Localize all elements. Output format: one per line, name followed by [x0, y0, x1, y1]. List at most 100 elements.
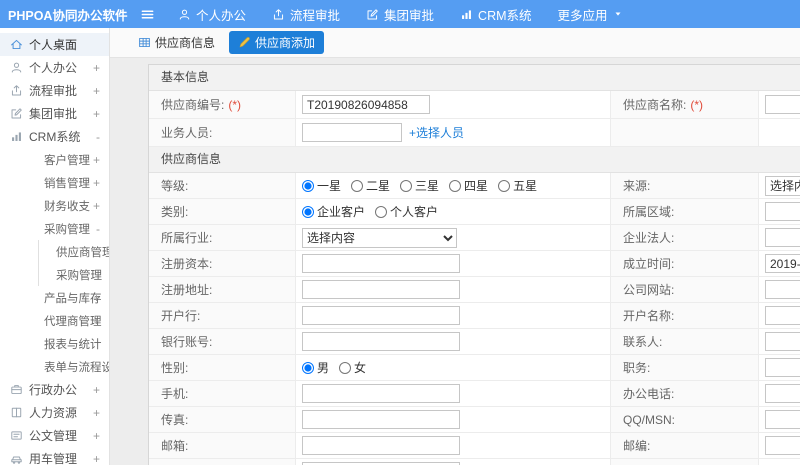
- grade-option-2[interactable]: 三星: [400, 177, 439, 194]
- expand-toggle[interactable]: -: [96, 222, 100, 236]
- field-label: 性别:: [161, 361, 189, 375]
- table-icon: [138, 36, 151, 49]
- category-option-1[interactable]: 个人客户: [375, 203, 438, 220]
- industry-select[interactable]: 选择内容: [302, 227, 457, 248]
- mobile-input[interactable]: [302, 384, 460, 403]
- grade-radio-2[interactable]: [400, 179, 413, 192]
- nav-crm-system[interactable]: CRM系统: [447, 0, 544, 28]
- sidebar-item-supplier-mgmt[interactable]: 供应商管理: [39, 240, 109, 263]
- grade-option-4[interactable]: 五星: [498, 177, 537, 194]
- form-row: 注册资本: 成立时间:: [149, 251, 800, 277]
- field-label: 所属行业:: [161, 231, 213, 245]
- sidebar-item-label: 集团审批: [29, 107, 78, 121]
- expand-toggle[interactable]: +: [93, 84, 100, 98]
- sidebar-item-vehicle-mgmt[interactable]: 用车管理 +: [0, 447, 109, 465]
- field-label: 办公电话:: [623, 387, 675, 401]
- expand-toggle[interactable]: +: [93, 406, 100, 420]
- qq-msn-label: QQ/MSN:: [611, 407, 759, 433]
- sidebar-item-product-inventory[interactable]: 产品与库存 +: [0, 286, 109, 309]
- radio-label: 五星: [513, 179, 538, 193]
- legal-person-input[interactable]: [765, 228, 800, 247]
- email-input[interactable]: [302, 436, 460, 455]
- gender-option-1[interactable]: 女: [339, 359, 366, 376]
- expand-toggle[interactable]: +: [93, 61, 100, 75]
- nav-group-approval[interactable]: 集团审批: [353, 0, 447, 28]
- sidebar-item-customer-mgmt[interactable]: 客户管理 +: [0, 148, 109, 171]
- sidebar-item-personal-office[interactable]: 个人办公 +: [0, 56, 109, 79]
- expand-toggle[interactable]: +: [93, 291, 100, 305]
- nav-workflow-approval[interactable]: 流程审批: [259, 0, 353, 28]
- expand-toggle[interactable]: +: [93, 176, 100, 190]
- sidebar-item-finance-mgmt[interactable]: 财务收支 +: [0, 194, 109, 217]
- header-nav: 个人办公 流程审批 集团审批 CRM系统 更多应用: [165, 0, 636, 28]
- grade-radio-0[interactable]: [302, 179, 314, 192]
- grade-option-0[interactable]: 一星: [302, 177, 341, 194]
- category-radio-0[interactable]: [302, 205, 314, 218]
- bank-account-input[interactable]: [302, 332, 460, 351]
- grade-radio-4[interactable]: [498, 179, 511, 192]
- sidebar-item-personal-desktop[interactable]: 个人桌面: [0, 33, 109, 56]
- sidebar-item-human-resources[interactable]: 人力资源 +: [0, 401, 109, 424]
- sidebar-item-form-workflow-settings[interactable]: 表单与流程设置+: [0, 355, 109, 378]
- expand-toggle[interactable]: +: [93, 153, 100, 167]
- expand-toggle[interactable]: +: [93, 314, 100, 328]
- menu-toggle[interactable]: [140, 7, 155, 22]
- sidebar-item-group-approval[interactable]: 集团审批 +: [0, 102, 109, 125]
- select-person-link[interactable]: +选择人员: [409, 124, 464, 141]
- sidebar-item-procurement-mgmt[interactable]: 采购管理 -: [0, 217, 109, 240]
- sidebar-item-crm-system[interactable]: CRM系统 -: [0, 125, 109, 148]
- registered-address-input[interactable]: [302, 280, 460, 299]
- expand-toggle[interactable]: +: [93, 429, 100, 443]
- founding-date-input[interactable]: [765, 254, 800, 273]
- source-select[interactable]: 选择内容: [765, 175, 800, 196]
- tab-supplier-add[interactable]: 供应商添加: [229, 31, 325, 54]
- tab-supplier-info[interactable]: 供应商信息: [132, 31, 221, 54]
- nav-personal-office[interactable]: 个人办公: [165, 0, 259, 28]
- grade-radio-1[interactable]: [351, 179, 364, 192]
- sidebar-item-reports-statistics[interactable]: 报表与统计: [0, 332, 109, 355]
- form-row: 地址:: [149, 459, 800, 465]
- bank-branch-input[interactable]: [302, 306, 460, 325]
- position-input[interactable]: [765, 358, 800, 377]
- expand-toggle[interactable]: +: [93, 383, 100, 397]
- expand-toggle[interactable]: +: [93, 452, 100, 465]
- sidebar-item-label: 销售管理: [44, 177, 90, 190]
- supplier-name-input[interactable]: [765, 95, 800, 114]
- field-label: 开户名称:: [623, 309, 675, 323]
- sidebar-item-label: 报表与统计: [44, 338, 102, 351]
- sidebar-item-label: CRM系统: [29, 130, 81, 144]
- qq-msn-input[interactable]: [765, 410, 800, 429]
- office-phone-input[interactable]: [765, 384, 800, 403]
- sidebar-item-workflow-approval[interactable]: 流程审批 +: [0, 79, 109, 102]
- gender-option-0[interactable]: 男: [302, 359, 329, 376]
- category-option-0[interactable]: 企业客户: [302, 203, 365, 220]
- sidebar-item-document-mgmt[interactable]: 公文管理 +: [0, 424, 109, 447]
- category-radio-1[interactable]: [375, 205, 388, 218]
- gender-radio-1[interactable]: [339, 361, 352, 374]
- sidebar-item-sales-mgmt[interactable]: 销售管理 +: [0, 171, 109, 194]
- grade-option-3[interactable]: 四星: [449, 177, 488, 194]
- form-row: 类别: 企业客户 个人客户 所属区域:: [149, 199, 800, 225]
- sidebar-item-admin-office[interactable]: 行政办公 +: [0, 378, 109, 401]
- contact-input[interactable]: [765, 332, 800, 351]
- expand-toggle[interactable]: +: [93, 107, 100, 121]
- fax-input[interactable]: [302, 410, 460, 429]
- grade-radio-3[interactable]: [449, 179, 462, 192]
- supplier-code-input[interactable]: [302, 95, 430, 114]
- grade-option-1[interactable]: 二星: [351, 177, 390, 194]
- website-input[interactable]: [765, 280, 800, 299]
- expand-toggle[interactable]: -: [96, 130, 100, 144]
- registered-capital-input[interactable]: [302, 254, 460, 273]
- nav-more-apps[interactable]: 更多应用: [545, 0, 636, 28]
- zipcode-input[interactable]: [765, 436, 800, 455]
- sidebar-item-purchasing-mgmt[interactable]: 采购管理: [39, 263, 109, 286]
- expand-toggle[interactable]: +: [93, 199, 100, 213]
- mobile-field: [296, 381, 611, 407]
- business-person-input[interactable]: [302, 123, 402, 142]
- required-marker: (*): [228, 97, 242, 112]
- gender-radio-0[interactable]: [302, 361, 314, 374]
- account-name-field: [759, 303, 800, 329]
- region-input[interactable]: [765, 202, 800, 221]
- account-name-input[interactable]: [765, 306, 800, 325]
- sidebar-item-agent-mgmt[interactable]: 代理商管理 +: [0, 309, 109, 332]
